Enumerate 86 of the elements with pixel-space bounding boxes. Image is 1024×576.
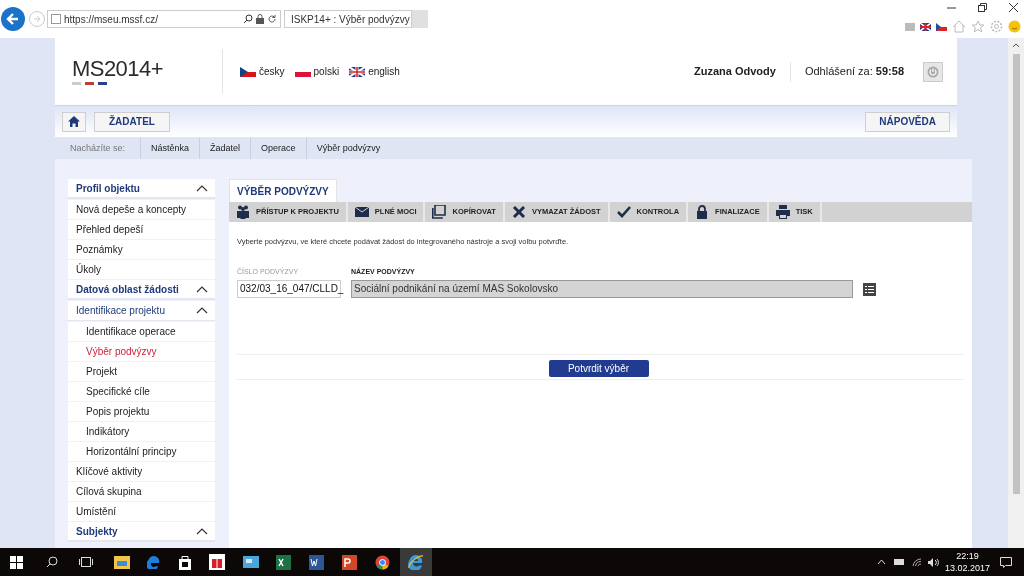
caret-icon[interactable] <box>876 559 886 565</box>
copy-icon <box>432 205 447 219</box>
sidebar-item[interactable]: Horizontální principy <box>68 442 215 461</box>
help-button[interactable]: NÁPOVĚDA <box>865 111 950 132</box>
ie-taskbar-button[interactable] <box>400 548 432 576</box>
applicant-button[interactable]: ŽADATEL <box>94 111 170 132</box>
sidebar-item[interactable]: Identifikace operace <box>68 322 215 341</box>
sidebar-section-header[interactable]: Datová oblast žádosti <box>68 280 215 300</box>
wifi-icon[interactable] <box>911 557 922 567</box>
powerpoint-icon[interactable] <box>342 554 357 570</box>
checkmark-icon <box>616 205 631 219</box>
sidebar-item[interactable]: Přehled depeší <box>68 220 215 239</box>
notification-icon[interactable] <box>1000 556 1012 568</box>
session-timer: Odhlášení za: 59:58 <box>804 64 904 80</box>
word-icon[interactable] <box>309 554 324 570</box>
lock-icon <box>256 14 264 24</box>
clock-time[interactable]: 22:19 <box>956 550 979 562</box>
search-icon[interactable] <box>46 556 58 568</box>
store-icon[interactable] <box>178 554 192 570</box>
chevron-icon <box>196 285 208 293</box>
chrome-icon[interactable] <box>375 554 390 570</box>
edge-icon[interactable] <box>147 555 161 569</box>
battery-icon[interactable] <box>893 559 904 565</box>
envelope-icon <box>354 205 369 219</box>
sidebar-item[interactable]: Projekt <box>68 362 215 381</box>
gift-icon[interactable] <box>209 554 225 570</box>
scrollbar[interactable] <box>1008 38 1024 548</box>
close-icon[interactable] <box>1009 3 1018 12</box>
sidebar-section-header[interactable]: Subjekty <box>68 522 215 542</box>
chevron-icon <box>196 307 208 314</box>
start-icon[interactable] <box>10 555 23 569</box>
sidebar-item[interactable]: Indikátory <box>68 422 215 441</box>
cross-icon <box>511 205 526 219</box>
refresh-icon[interactable] <box>267 14 277 24</box>
smiley-icon[interactable] <box>1008 20 1021 33</box>
sidebar-section-header[interactable]: Profil objektu <box>68 179 215 199</box>
address-bar[interactable]: https://mseu.mssf.cz/ <box>47 10 281 28</box>
search-icon[interactable] <box>243 14 253 24</box>
sidebar-item[interactable]: Specifické cíle <box>68 382 215 401</box>
sidebar-item[interactable]: Nová depeše a koncepty <box>68 200 215 219</box>
ie-icon <box>408 554 424 570</box>
lock-icon <box>695 205 710 219</box>
sidebar-item[interactable]: Cílová skupina <box>68 482 215 501</box>
flag-icon[interactable] <box>936 22 947 31</box>
breadcrumb-link[interactable]: Výběr podvýzvy <box>306 141 391 156</box>
printer-icon <box>775 205 790 219</box>
language-link[interactable]: česky <box>240 64 285 79</box>
excel-icon[interactable] <box>276 554 291 570</box>
language-link[interactable]: english <box>349 64 400 79</box>
logo: MS2014+ <box>72 46 222 97</box>
people-icon <box>236 205 250 219</box>
language-link[interactable]: polski <box>294 64 340 79</box>
confirm-button[interactable]: Potvrdit výběr <box>548 359 649 377</box>
chevron-icon <box>196 184 208 192</box>
chevron-icon <box>196 527 208 535</box>
sidebar-item[interactable]: Popis projektu <box>68 402 215 421</box>
home-icon <box>68 116 80 127</box>
sidebar-section-header[interactable]: Identifikace projektu <box>68 301 215 321</box>
sidebar-item[interactable]: Poznámky <box>68 240 215 259</box>
breadcrumb-link[interactable]: Žadatel <box>200 141 251 156</box>
speaker-icon[interactable] <box>927 557 939 567</box>
sidebar-item[interactable]: Úkoly <box>68 260 215 279</box>
breadcrumb-label: Nacházíte se: <box>69 141 127 155</box>
back-button[interactable] <box>1 7 25 31</box>
task-view-icon[interactable] <box>79 556 93 568</box>
flag-icon <box>240 66 256 77</box>
sidebar-item[interactable]: Umístění <box>68 502 215 521</box>
arrow-right-icon <box>33 15 41 23</box>
arrow-left-icon <box>6 12 20 26</box>
chevron-up-icon[interactable] <box>1012 42 1020 48</box>
clock-date[interactable]: 13.02.2017 <box>944 562 990 574</box>
flag-icon[interactable] <box>920 22 931 31</box>
sidebar-item[interactable]: Klíčové aktivity <box>68 462 215 481</box>
page-icon <box>51 14 61 24</box>
list-button[interactable] <box>863 282 876 296</box>
browser-tab[interactable]: ISKP14+ : Výběr podvýzvy <box>284 10 412 28</box>
folder-icon[interactable] <box>114 555 130 569</box>
section-tab[interactable]: VÝBĚR PODVÝZVY <box>229 179 337 202</box>
restore-icon[interactable] <box>978 3 987 12</box>
home-button[interactable] <box>62 111 86 132</box>
sidebar-item[interactable]: Výběr podvýzvy <box>68 342 215 361</box>
flag-icon <box>349 66 366 77</box>
breadcrumb-link[interactable]: Nástěnka <box>141 141 200 156</box>
star-icon[interactable] <box>971 20 985 33</box>
user-name: Zuzana Odvody <box>694 64 776 80</box>
breadcrumb-link[interactable]: Operace <box>251 141 306 156</box>
